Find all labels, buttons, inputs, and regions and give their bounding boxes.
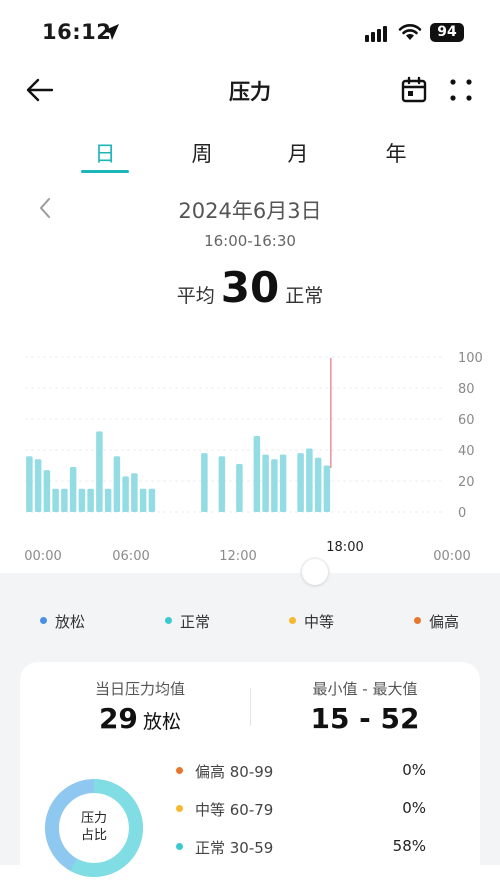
stress-bar xyxy=(34,459,42,512)
y-tick-label: 40 xyxy=(458,444,475,459)
calendar-icon[interactable] xyxy=(400,76,428,104)
range-label: 中等 60-79 xyxy=(195,801,274,819)
stress-bar xyxy=(26,456,33,512)
x-tick-label: 00:00 xyxy=(24,549,61,564)
chart-scroll-handle[interactable] xyxy=(302,559,328,585)
donut-label-line1: 压力 xyxy=(80,811,107,826)
range-percent: 58% xyxy=(392,837,426,855)
legend-dot-relaxed xyxy=(40,617,47,624)
average-stress: 平均 30 正常 xyxy=(0,263,500,312)
tab-month[interactable]: 月 xyxy=(268,138,328,168)
stress-bar xyxy=(271,459,278,512)
range-label: 偏高 80-99 xyxy=(195,763,274,781)
range-dot-high xyxy=(176,767,183,774)
stress-bar xyxy=(306,448,313,512)
stress-bar xyxy=(218,456,226,512)
range-label: 正常 30-59 xyxy=(195,839,274,857)
x-tick-label-selected: 18:00 xyxy=(326,540,363,555)
legend-relaxed: 放松 xyxy=(40,611,85,632)
stress-bar xyxy=(87,488,94,512)
time-range: 16:00-16:30 xyxy=(204,232,296,250)
stress-bar xyxy=(253,436,261,512)
stress-bar xyxy=(297,453,304,512)
y-tick-label: 100 xyxy=(458,351,483,366)
more-dots-icon[interactable] xyxy=(448,77,474,103)
location-arrow-icon xyxy=(103,24,119,40)
stat-divider xyxy=(250,688,251,726)
legend-moderate: 中等 xyxy=(289,611,334,632)
stress-bar xyxy=(131,473,138,512)
daily-average-value: 29 放松 xyxy=(40,702,240,735)
wifi-icon xyxy=(398,24,422,40)
battery-indicator: 94 xyxy=(430,23,464,42)
stress-bar xyxy=(104,488,112,512)
min-max-value: 15 - 52 xyxy=(310,702,420,735)
stress-bar xyxy=(262,454,269,512)
y-tick-label: 20 xyxy=(458,475,475,490)
legend-normal: 正常 xyxy=(165,611,210,632)
range-row-moderate: 中等 60-79 0% xyxy=(176,799,426,820)
stress-bar xyxy=(61,488,68,512)
stress-bar xyxy=(113,456,121,512)
stress-bar xyxy=(96,431,103,512)
stress-bar xyxy=(122,476,129,512)
legend-label: 中等 xyxy=(304,613,335,631)
stress-bar xyxy=(201,453,208,512)
legend-label: 正常 xyxy=(180,613,211,631)
tab-active-underline xyxy=(81,170,129,173)
daily-average-level: 放松 xyxy=(143,711,182,733)
donut-center-label: 压力 占比 xyxy=(44,810,144,844)
stress-bar xyxy=(314,457,322,512)
legend-high: 偏高 xyxy=(414,611,459,632)
legend-label: 放松 xyxy=(55,613,86,631)
stress-bar xyxy=(52,488,59,512)
min-max-label: 最小值 - 最大值 xyxy=(312,680,418,698)
average-level: 正常 xyxy=(285,285,324,307)
y-tick-label: 60 xyxy=(458,413,475,428)
stress-bar-chart[interactable]: 100 80 60 40 20 0 00:00 06:00 12:00 18:00 00:00 xyxy=(0,340,500,570)
x-tick-label: 06:00 xyxy=(112,549,149,564)
legend-dot-normal xyxy=(165,617,172,624)
legend-dot-moderate xyxy=(289,617,296,624)
range-row-normal: 正常 30-59 58% xyxy=(176,837,426,858)
tab-day[interactable]: 日 xyxy=(75,138,135,168)
range-percent: 0% xyxy=(402,761,426,779)
stress-bar xyxy=(43,470,51,512)
daily-average-number: 29 xyxy=(98,702,138,735)
stress-bar xyxy=(78,488,86,512)
legend-label: 偏高 xyxy=(429,613,460,631)
date-label: 2024年6月3日 xyxy=(178,199,322,223)
x-tick-label: 12:00 xyxy=(219,549,256,564)
y-tick-label: 80 xyxy=(458,382,475,397)
range-dot-normal xyxy=(176,843,183,850)
stress-bar xyxy=(236,463,243,512)
y-tick-label: 0 xyxy=(458,506,466,521)
stress-bar xyxy=(139,488,147,512)
range-dot-moderate xyxy=(176,805,183,812)
donut-label-line2: 占比 xyxy=(80,828,107,843)
stress-bar xyxy=(148,488,156,512)
legend-dot-high xyxy=(414,617,421,624)
range-percent: 0% xyxy=(402,799,426,817)
average-prefix: 平均 xyxy=(176,285,215,307)
cellular-signal-icon xyxy=(365,26,387,42)
x-tick-label: 00:00 xyxy=(433,549,470,564)
stress-bar xyxy=(279,454,287,512)
tab-week[interactable]: 周 xyxy=(172,138,232,168)
tab-year[interactable]: 年 xyxy=(366,138,426,168)
average-value: 30 xyxy=(220,263,280,312)
stress-bar xyxy=(69,467,77,512)
range-row-high: 偏高 80-99 0% xyxy=(176,761,426,782)
stress-bar xyxy=(323,465,331,512)
daily-average-label: 当日压力均值 xyxy=(94,680,185,698)
